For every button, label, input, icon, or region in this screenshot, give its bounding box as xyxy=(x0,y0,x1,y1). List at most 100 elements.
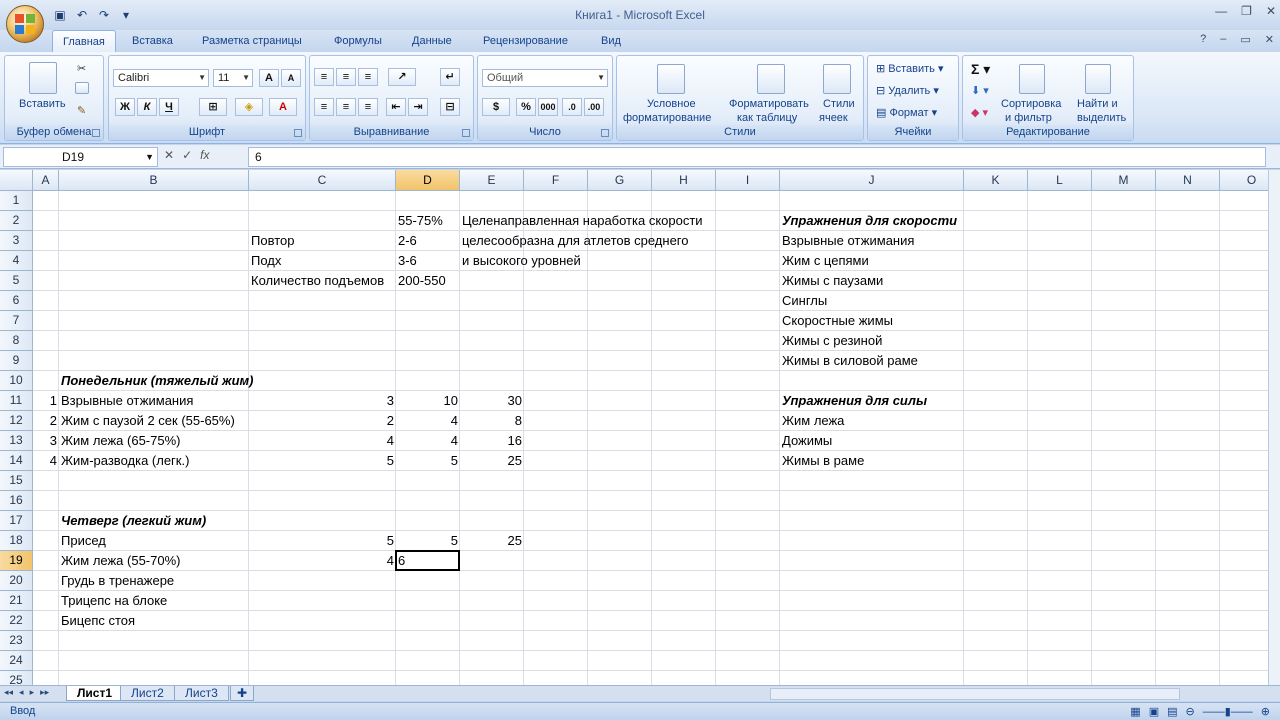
minimize-icon[interactable]: — xyxy=(1215,4,1227,18)
cell-D12[interactable]: 4 xyxy=(396,411,460,431)
cell-E13[interactable]: 16 xyxy=(460,431,524,451)
align-left-icon[interactable]: ≡ xyxy=(314,98,334,116)
cell-J6[interactable]: Синглы xyxy=(780,291,829,311)
font-name-combo[interactable]: Calibri ▼ xyxy=(113,69,209,87)
first-sheet-icon[interactable]: ◂◂ xyxy=(4,687,13,698)
cell-styles-line1[interactable]: Стили xyxy=(823,98,855,110)
office-button[interactable] xyxy=(6,5,44,43)
cell-C19[interactable]: 4 xyxy=(249,551,396,571)
row-header-21[interactable]: 21 xyxy=(0,591,33,611)
name-box-dropdown-icon[interactable]: ▼ xyxy=(145,148,154,166)
sheet-tab-1[interactable]: Лист1 xyxy=(66,686,124,701)
doc-minimize-icon[interactable]: – xyxy=(1220,33,1226,46)
select-all-corner[interactable] xyxy=(0,170,33,191)
italic-button[interactable]: К xyxy=(137,98,157,116)
tab-review[interactable]: Рецензирование xyxy=(473,30,578,52)
font-size-combo[interactable]: 11 ▼ xyxy=(213,69,253,87)
insert-function-icon[interactable]: fx xyxy=(200,148,209,162)
cell-D5[interactable]: 200-550 xyxy=(396,271,448,291)
maximize-icon[interactable]: ❐ xyxy=(1241,4,1252,18)
cancel-entry-icon[interactable]: ✕ xyxy=(164,148,174,162)
confirm-entry-icon[interactable]: ✓ xyxy=(182,148,192,162)
column-header-I[interactable]: I xyxy=(716,170,780,191)
cell-B12[interactable]: Жим с паузой 2 сек (55-65%) xyxy=(59,411,237,431)
cell-D13[interactable]: 4 xyxy=(396,431,460,451)
row-header-17[interactable]: 17 xyxy=(0,511,33,531)
shrink-font-button[interactable]: A xyxy=(281,69,301,87)
row-header-13[interactable]: 13 xyxy=(0,431,33,451)
row-header-5[interactable]: 5 xyxy=(0,271,33,291)
alignment-expand-icon[interactable] xyxy=(462,129,470,137)
name-box[interactable]: D19 ▼ xyxy=(3,147,158,167)
cell-B22[interactable]: Бицепс стоя xyxy=(59,611,137,631)
cell-D4[interactable]: 3-6 xyxy=(396,251,419,271)
column-header-J[interactable]: J xyxy=(780,170,964,191)
help-icon[interactable]: ? xyxy=(1200,33,1206,46)
cell-B20[interactable]: Грудь в тренажере xyxy=(59,571,176,591)
cut-icon[interactable]: ✂ xyxy=(77,62,86,75)
cell-styles-icon[interactable] xyxy=(823,64,851,94)
cell-D18[interactable]: 5 xyxy=(396,531,460,551)
row-header-6[interactable]: 6 xyxy=(0,291,33,311)
last-sheet-icon[interactable]: ▸▸ xyxy=(40,687,49,698)
column-header-L[interactable]: L xyxy=(1028,170,1092,191)
cell-C4[interactable]: Подх xyxy=(249,251,283,271)
fill-icon[interactable]: ⬇ ▾ xyxy=(971,84,989,97)
cell-C3[interactable]: Повтор xyxy=(249,231,296,251)
insert-sheet-icon[interactable]: ✚ xyxy=(230,686,255,701)
row-header-8[interactable]: 8 xyxy=(0,331,33,351)
cell-D19[interactable]: 6 xyxy=(396,551,407,571)
format-painter-icon[interactable]: ✎ xyxy=(77,104,86,117)
cell-B18[interactable]: Присед xyxy=(59,531,108,551)
row-header-22[interactable]: 22 xyxy=(0,611,33,631)
sort-filter-line2[interactable]: и фильтр xyxy=(1005,112,1052,124)
row-header-1[interactable]: 1 xyxy=(0,191,33,211)
find-select-line1[interactable]: Найти и xyxy=(1077,98,1118,110)
cell-D3[interactable]: 2-6 xyxy=(396,231,419,251)
align-middle-icon[interactable]: ≡ xyxy=(336,68,356,86)
cell-E12[interactable]: 8 xyxy=(460,411,524,431)
zoom-slider-icon[interactable]: ——▮—— xyxy=(1203,705,1253,718)
conditional-formatting-icon[interactable] xyxy=(657,64,685,94)
doc-close-icon[interactable]: ✕ xyxy=(1265,33,1274,46)
cell-E18[interactable]: 25 xyxy=(460,531,524,551)
number-format-combo[interactable]: Общий ▼ xyxy=(482,69,608,87)
delete-cells-button[interactable]: ⊟ Удалить ▾ xyxy=(876,84,939,97)
currency-icon[interactable]: $ xyxy=(482,98,510,116)
zoom-in-icon[interactable]: ⊕ xyxy=(1261,705,1270,718)
cell-J14[interactable]: Жимы в раме xyxy=(780,451,866,471)
format-as-table-icon[interactable] xyxy=(757,64,785,94)
paste-icon[interactable] xyxy=(29,62,57,94)
wrap-text-icon[interactable]: ↵ xyxy=(440,68,460,86)
row-header-18[interactable]: 18 xyxy=(0,531,33,551)
tab-home[interactable]: Главная xyxy=(52,30,116,52)
cell-B11[interactable]: Взрывные отжимания xyxy=(59,391,195,411)
cell-J9[interactable]: Жимы в силовой раме xyxy=(780,351,920,371)
cell-J8[interactable]: Жимы с резиной xyxy=(780,331,884,351)
format-as-table-line1[interactable]: Форматировать xyxy=(729,98,809,110)
normal-view-icon[interactable]: ▦ xyxy=(1130,705,1140,718)
row-header-12[interactable]: 12 xyxy=(0,411,33,431)
cell-B21[interactable]: Трицепс на блоке xyxy=(59,591,169,611)
column-header-M[interactable]: M xyxy=(1092,170,1156,191)
align-right-icon[interactable]: ≡ xyxy=(358,98,378,116)
sort-filter-line1[interactable]: Сортировка xyxy=(1001,98,1061,110)
column-header-A[interactable]: A xyxy=(33,170,59,191)
sheet-tab-2[interactable]: Лист2 xyxy=(120,686,175,701)
cell-styles-line2[interactable]: ячеек xyxy=(819,112,848,124)
decrease-indent-icon[interactable]: ⇤ xyxy=(386,98,406,116)
cell-E2[interactable]: Целенаправленная наработка скорости xyxy=(460,211,705,231)
row-header-10[interactable]: 10 xyxy=(0,371,33,391)
column-header-K[interactable]: K xyxy=(964,170,1028,191)
row-header-19[interactable]: 19 xyxy=(0,551,33,571)
clear-icon[interactable]: ◆ ▾ xyxy=(971,106,988,119)
row-header-25[interactable]: 25 xyxy=(0,671,33,685)
insert-cells-button[interactable]: ⊞ Вставить ▾ xyxy=(876,62,944,75)
clipboard-expand-icon[interactable] xyxy=(92,129,100,137)
bold-button[interactable]: Ж xyxy=(115,98,135,116)
font-color-icon[interactable]: A xyxy=(269,98,297,116)
cell-J11[interactable]: Упражнения для силы xyxy=(780,391,929,411)
cell-C5[interactable]: Количество подъемов xyxy=(249,271,386,291)
column-header-E[interactable]: E xyxy=(460,170,524,191)
prev-sheet-icon[interactable]: ◂ xyxy=(19,687,24,698)
